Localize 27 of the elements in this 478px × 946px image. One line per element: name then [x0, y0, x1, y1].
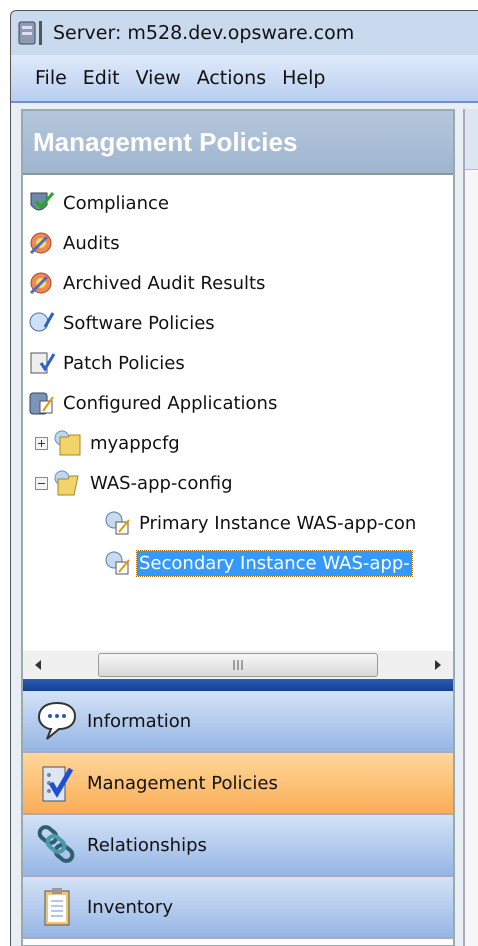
menu-item[interactable]: Help: [282, 67, 326, 89]
tree-item[interactable]: WAS-app-config: [88, 470, 235, 496]
tree-item[interactable]: myappcfg: [88, 430, 182, 456]
tree-item[interactable]: Compliance: [61, 190, 171, 216]
tree-item[interactable]: Audits: [61, 230, 122, 256]
scroll-thumb[interactable]: [98, 653, 378, 677]
scroll-left-icon[interactable]: [33, 659, 43, 671]
expander-icon[interactable]: [35, 476, 48, 490]
tree-item[interactable]: Configured Applications: [61, 390, 280, 416]
tree-item[interactable]: Patch Policies: [61, 350, 187, 376]
menu-item[interactable]: Edit: [82, 67, 120, 89]
horizontal-scrollbar[interactable]: [23, 651, 453, 679]
tree-item[interactable]: Primary Instance WAS-app-con: [137, 510, 418, 536]
menu-item[interactable]: File: [35, 67, 67, 89]
menu-item[interactable]: View: [136, 67, 181, 89]
panel-title: Management Policies: [33, 126, 298, 158]
tree-item[interactable]: Software Policies: [61, 310, 217, 336]
window-title: Server: m528.dev.opsware.com: [53, 22, 354, 44]
nav-button[interactable]: Relationships: [23, 815, 453, 877]
menu-item[interactable]: Actions: [196, 67, 266, 89]
nav-button[interactable]: Management Policies: [23, 753, 453, 815]
splitter-handle[interactable]: [23, 679, 453, 691]
tree-item[interactable]: Archived Audit Results: [61, 270, 268, 296]
nav-button[interactable]: Inventory: [23, 877, 453, 939]
expander-icon[interactable]: [35, 436, 48, 450]
nav-button[interactable]: Information: [23, 691, 453, 753]
scroll-right-icon[interactable]: [433, 659, 443, 671]
